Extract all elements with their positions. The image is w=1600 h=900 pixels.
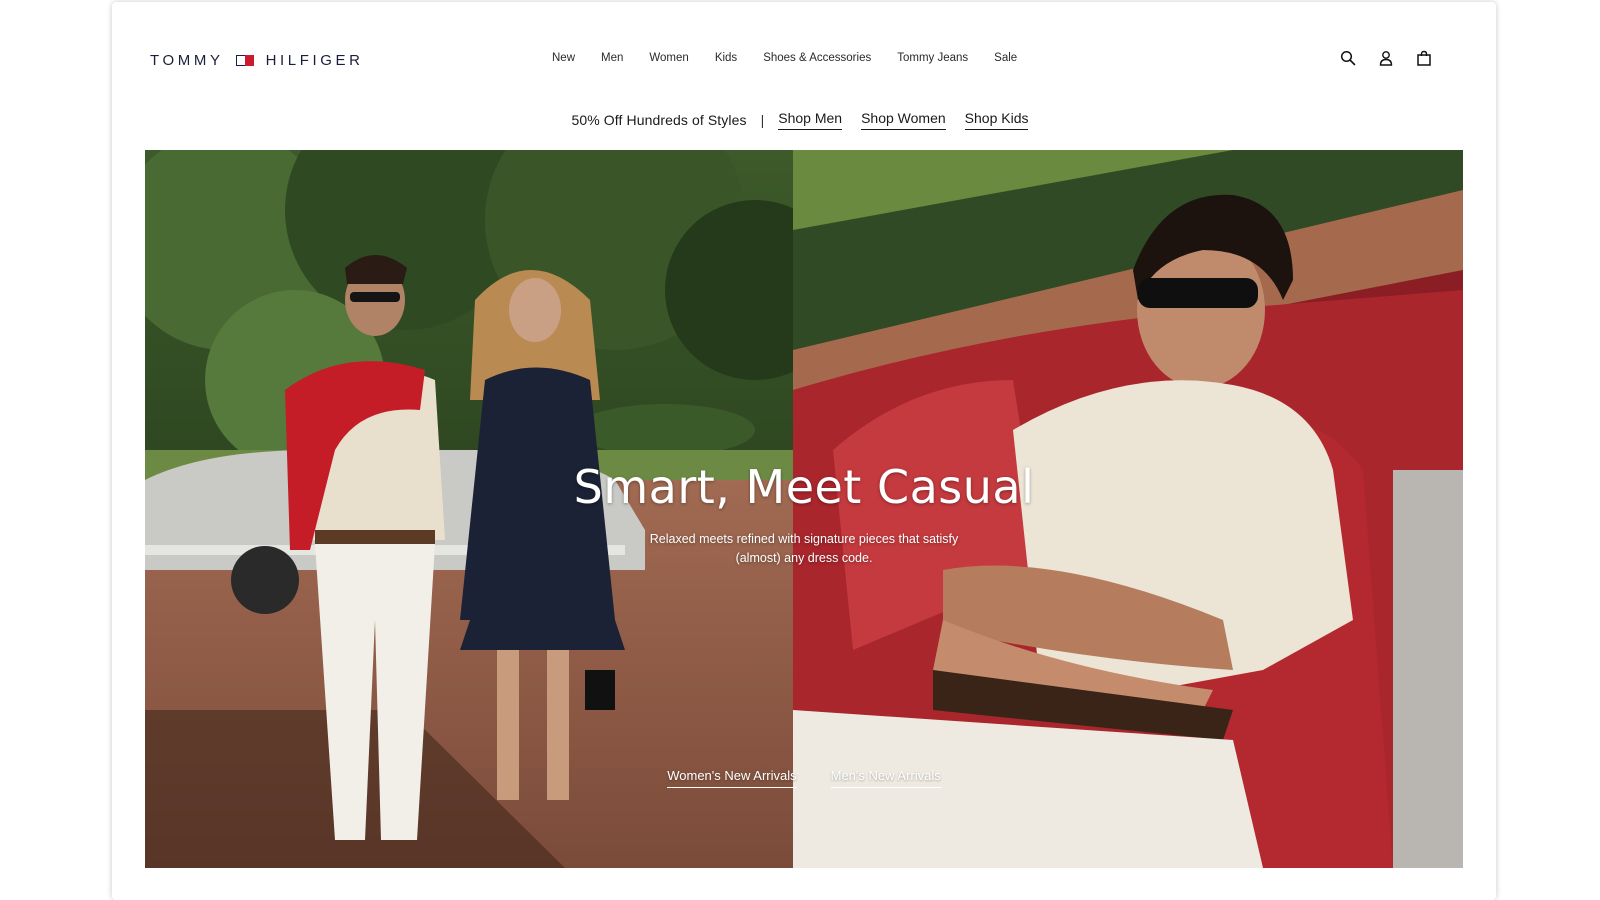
nav-item-tommy-jeans[interactable]: Tommy Jeans xyxy=(897,52,968,64)
hero-subtitle: Relaxed meets refined with signature pie… xyxy=(649,532,959,565)
account-icon[interactable] xyxy=(1378,50,1394,66)
nav-item-sale[interactable]: Sale xyxy=(994,52,1017,64)
bag-icon[interactable] xyxy=(1416,50,1432,66)
cta-womens-new-arrivals[interactable]: Women's New Arrivals xyxy=(667,768,797,788)
promo-separator: | xyxy=(760,112,765,128)
promo-headline: 50% Off Hundreds of Styles xyxy=(571,112,747,128)
flag-logo-icon xyxy=(235,55,254,66)
hero-banner[interactable]: Smart, Meet Casual Relaxed meets refined… xyxy=(145,150,1463,868)
promo-link-shop-men[interactable]: Shop Men xyxy=(778,110,843,130)
utility-icons xyxy=(1340,50,1432,66)
nav-item-women[interactable]: Women xyxy=(649,52,688,64)
brand-logo[interactable]: TOMMY HILFIGER xyxy=(150,52,364,69)
brand-name-right: HILFIGER xyxy=(265,52,364,69)
promo-link-shop-kids[interactable]: Shop Kids xyxy=(964,110,1029,130)
hero-cta-group: Women's New Arrivals Men's New Arrivals xyxy=(145,768,1463,788)
nav-item-kids[interactable]: Kids xyxy=(715,52,737,64)
main-nav: New Men Women Kids Shoes & Accessories T… xyxy=(552,52,1043,64)
brand-name-left: TOMMY xyxy=(150,52,224,69)
hero-copy: Smart, Meet Casual Relaxed meets refined… xyxy=(145,460,1463,568)
promo-link-shop-women[interactable]: Shop Women xyxy=(861,110,946,130)
nav-item-new[interactable]: New xyxy=(552,52,575,64)
hero-title: Smart, Meet Casual xyxy=(573,460,1035,514)
nav-item-shoes-accessories[interactable]: Shoes & Accessories xyxy=(763,52,871,64)
search-icon[interactable] xyxy=(1340,50,1356,66)
promo-bar: 50% Off Hundreds of Styles | Shop Men Sh… xyxy=(0,110,1600,130)
cta-mens-new-arrivals[interactable]: Men's New Arrivals xyxy=(830,768,941,788)
nav-item-men[interactable]: Men xyxy=(601,52,623,64)
